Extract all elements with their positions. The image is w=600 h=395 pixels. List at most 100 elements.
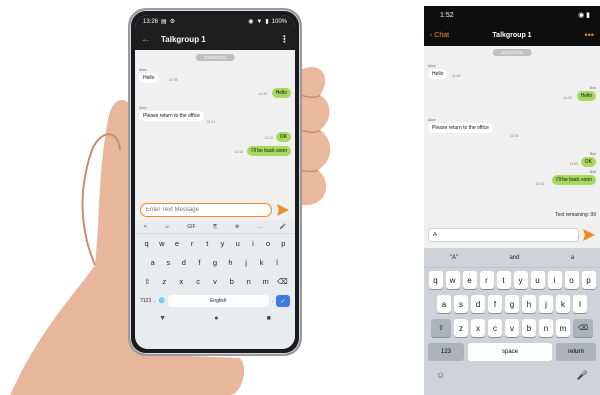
key[interactable]: u <box>530 271 545 289</box>
message-item: Alice Please return to the office 11:03 <box>428 118 519 138</box>
space-key[interactable]: space <box>468 343 552 361</box>
backspace-key[interactable]: ⌫ <box>573 319 593 337</box>
suggestion-item[interactable]: "A" <box>450 255 458 261</box>
key[interactable]: d <box>178 258 190 267</box>
microphone-icon[interactable]: 🎤 <box>280 224 286 230</box>
more-options-icon[interactable]: ⋮ <box>280 34 289 45</box>
key[interactable]: n <box>539 319 553 337</box>
key[interactable]: g <box>505 295 519 313</box>
message-time: 11:13 <box>234 150 244 154</box>
key[interactable]: t <box>496 271 511 289</box>
send-icon[interactable] <box>276 203 290 217</box>
key[interactable]: y <box>513 271 528 289</box>
key[interactable]: h <box>225 258 237 267</box>
key[interactable]: g <box>209 258 221 267</box>
iphone-input-row <box>424 222 600 248</box>
signal-icon: ◉ <box>248 19 254 25</box>
key[interactable]: j <box>539 295 553 313</box>
nav-recent-icon[interactable]: ■ <box>267 315 271 322</box>
key[interactable]: h <box>522 295 536 313</box>
predictive-bar: "A" and a <box>424 248 600 268</box>
key[interactable]: t <box>201 239 213 248</box>
microphone-icon[interactable]: 🎤 <box>577 370 588 381</box>
numbers-key[interactable]: 123 <box>428 343 464 361</box>
message-input[interactable] <box>140 203 272 217</box>
key[interactable]: x <box>175 277 187 286</box>
key[interactable]: o <box>262 239 274 248</box>
key[interactable]: r <box>186 239 198 248</box>
key[interactable]: i <box>547 271 562 289</box>
key[interactable]: p <box>277 239 289 248</box>
collapse-toolbar-icon[interactable]: < <box>144 224 147 230</box>
key[interactable]: z <box>454 319 468 337</box>
nav-home-icon[interactable]: ● <box>214 315 218 322</box>
backspace-key[interactable]: ⌫ <box>276 277 288 286</box>
clipboard-icon[interactable]: ⎘ <box>213 224 217 230</box>
key[interactable]: m <box>556 319 570 337</box>
key[interactable]: x <box>471 319 485 337</box>
key[interactable]: z <box>158 277 170 286</box>
key[interactable]: k <box>556 295 570 313</box>
key[interactable]: q <box>428 271 443 289</box>
keyboard-settings-icon[interactable]: ⚙ <box>235 224 239 230</box>
key[interactable]: j <box>240 258 252 267</box>
key[interactable]: e <box>171 239 183 248</box>
key[interactable]: o <box>564 271 579 289</box>
key[interactable]: k <box>256 258 268 267</box>
period-key[interactable]: . <box>272 298 273 304</box>
key[interactable]: v <box>505 319 519 337</box>
android-chat-area[interactable]: 2024/01/01 Alice Hello 11:04 11:10 Hello… <box>135 50 295 200</box>
key[interactable]: w <box>445 271 460 289</box>
back-arrow-icon[interactable]: ← <box>141 34 151 45</box>
key[interactable]: p <box>581 271 596 289</box>
key[interactable]: l <box>573 295 587 313</box>
key[interactable]: b <box>522 319 536 337</box>
gif-button[interactable]: GIF <box>187 224 195 230</box>
keyboard-row-2: a s d f g h j k l <box>135 253 295 272</box>
symbols-key[interactable]: ?123 <box>140 298 151 304</box>
key[interactable]: f <box>488 295 502 313</box>
key[interactable]: u <box>232 239 244 248</box>
key[interactable]: e <box>462 271 477 289</box>
emoji-icon[interactable]: ☺ <box>164 224 169 230</box>
key[interactable]: y <box>217 239 229 248</box>
return-key[interactable]: return <box>556 343 596 361</box>
key[interactable]: q <box>141 239 153 248</box>
message-input[interactable] <box>428 228 579 242</box>
message-time: 11:02 <box>563 96 573 100</box>
back-button[interactable]: ‹ Chat <box>430 32 470 39</box>
send-icon[interactable] <box>582 228 596 242</box>
emoji-icon[interactable]: ☺ <box>436 370 445 381</box>
suggestion-item[interactable]: and <box>509 255 519 261</box>
more-options-icon[interactable]: ••• <box>554 30 594 40</box>
key[interactable]: c <box>192 277 204 286</box>
key[interactable]: d <box>471 295 485 313</box>
key[interactable]: a <box>147 258 159 267</box>
space-key[interactable]: English <box>167 295 269 307</box>
key[interactable]: m <box>260 277 272 286</box>
message-bubble: I'll be back soon <box>552 175 596 185</box>
key[interactable]: n <box>243 277 255 286</box>
key[interactable]: a <box>437 295 451 313</box>
suggestion-item[interactable]: a <box>571 255 574 261</box>
shift-key[interactable]: ⇧ <box>141 277 153 286</box>
key[interactable]: b <box>226 277 238 286</box>
key[interactable]: l <box>271 258 283 267</box>
key[interactable]: v <box>209 277 221 286</box>
globe-icon[interactable]: 🌐 <box>159 298 165 304</box>
message-bubble: Please return to the office <box>428 123 493 133</box>
key[interactable]: f <box>193 258 205 267</box>
key[interactable]: c <box>488 319 502 337</box>
key[interactable]: i <box>247 239 259 248</box>
nav-back-icon[interactable]: ▼ <box>159 315 166 322</box>
key[interactable]: w <box>156 239 168 248</box>
shift-key[interactable]: ⇧ <box>431 319 451 337</box>
keyboard-more-icon[interactable]: … <box>257 224 262 230</box>
key[interactable]: s <box>454 295 468 313</box>
message-time: 11:03 <box>569 162 579 166</box>
comma-key[interactable]: , <box>154 298 155 304</box>
done-key[interactable]: ✓ <box>276 295 290 307</box>
iphone-chat-area[interactable]: 2024/01/01 Alice Hello 11:02 Bob 11:02 H… <box>424 46 600 222</box>
key[interactable]: s <box>162 258 174 267</box>
key[interactable]: r <box>479 271 494 289</box>
